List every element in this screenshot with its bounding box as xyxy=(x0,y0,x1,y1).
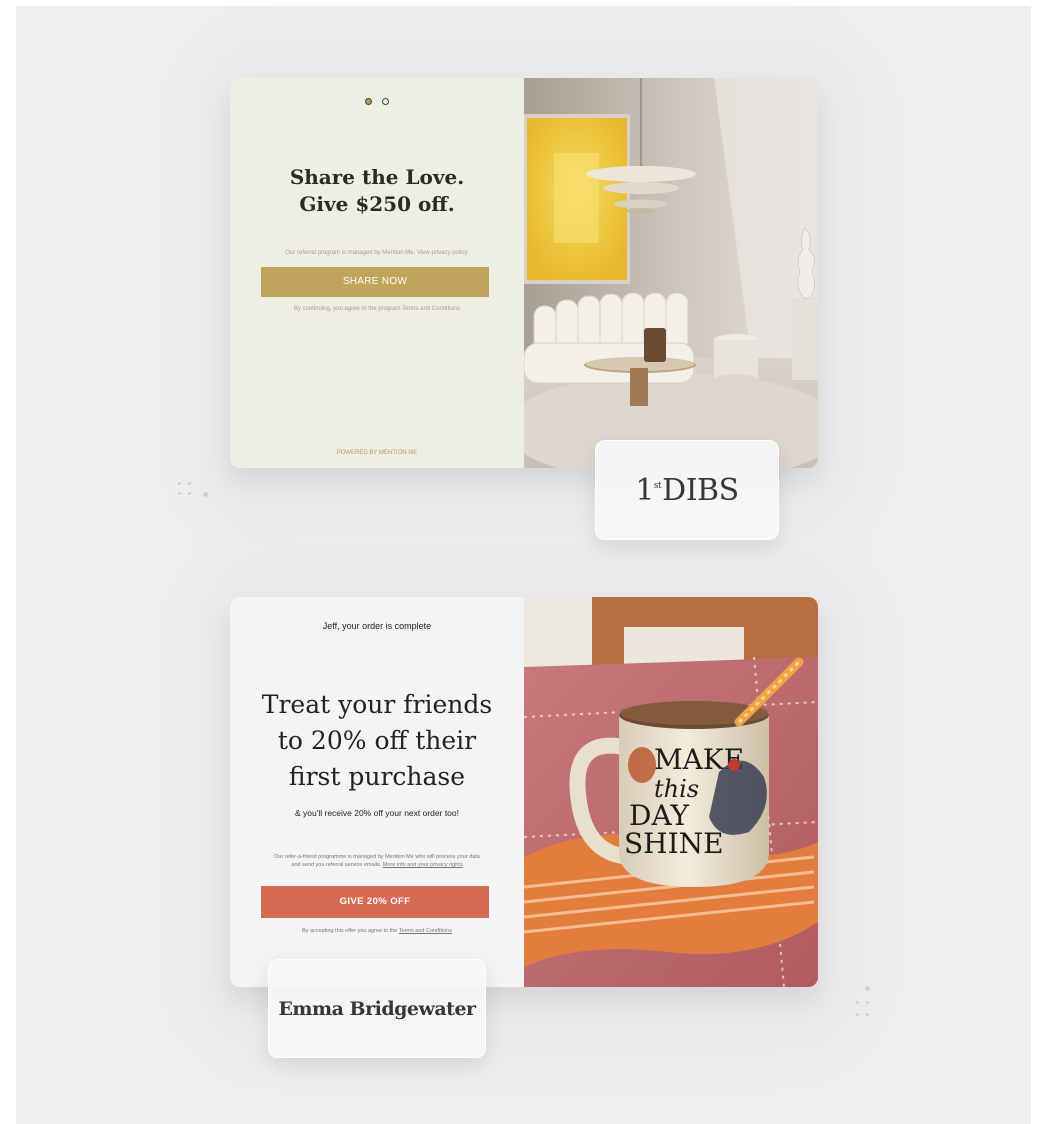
logo-superscript: st xyxy=(653,480,662,491)
carousel-dot-active[interactable] xyxy=(364,98,372,105)
referral-card-emma-bridgewater: Jeff, your order is complete Treat your … xyxy=(230,597,818,987)
terms-note[interactable]: By continuing, you agree to the program … xyxy=(230,306,524,312)
carousel-dot[interactable] xyxy=(382,98,390,105)
referral-headline: Share the Love. Give $250 off. xyxy=(230,164,524,218)
headline-line: first purchase xyxy=(288,762,466,791)
terms-link[interactable]: Terms and Conditions xyxy=(399,928,452,934)
privacy-note: Our refer-a-friend programme is managed … xyxy=(270,853,484,869)
privacy-note[interactable]: Our referral program is managed by Menti… xyxy=(230,250,524,256)
reward-subheadline: & you'll receive 20% off your next order… xyxy=(295,808,459,818)
brand-logo-text: Emma Bridgewater xyxy=(278,997,476,1020)
mug-text-shine: SHINE xyxy=(624,827,724,860)
order-complete-message: Jeff, your order is complete xyxy=(322,621,432,631)
brand-logo-text: 1stDIBS xyxy=(635,472,739,508)
mug-photo: MAKE this DAY SHINE xyxy=(524,597,818,987)
headline-line: to 20% off their xyxy=(277,726,477,755)
headline-line: Treat your friends xyxy=(261,690,493,719)
brand-logo-emma-bridgewater: Emma Bridgewater xyxy=(268,959,486,1058)
share-now-button[interactable]: SHARE NOW xyxy=(261,267,489,297)
give-20-off-button[interactable]: GIVE 20% OFF xyxy=(261,886,489,918)
referral-panel: Jeff, your order is complete Treat your … xyxy=(230,597,524,987)
headline-line: Share the Love. xyxy=(289,165,465,189)
privacy-rights-link[interactable]: More info and your privacy rights xyxy=(383,862,463,868)
carousel-dots xyxy=(230,92,524,110)
brand-logo-1dibs: 1stDIBS xyxy=(595,440,779,540)
powered-by-label[interactable]: POWERED BY MENTION ME xyxy=(230,450,524,456)
terms-note: By accepting this offer you agree to the… xyxy=(230,928,524,934)
terms-prefix: By accepting this offer you agree to the xyxy=(302,928,398,934)
logo-main: DIBS xyxy=(662,472,739,508)
referral-headline: Treat your friends to 20% off their firs… xyxy=(230,687,524,795)
headline-line: Give $250 off. xyxy=(299,192,455,216)
logo-prefix: 1 xyxy=(635,472,654,508)
interior-photo xyxy=(524,78,818,468)
referral-panel: Share the Love. Give $250 off. Our refer… xyxy=(230,78,524,468)
referral-card-1dibs: Share the Love. Give $250 off. Our refer… xyxy=(230,78,818,468)
